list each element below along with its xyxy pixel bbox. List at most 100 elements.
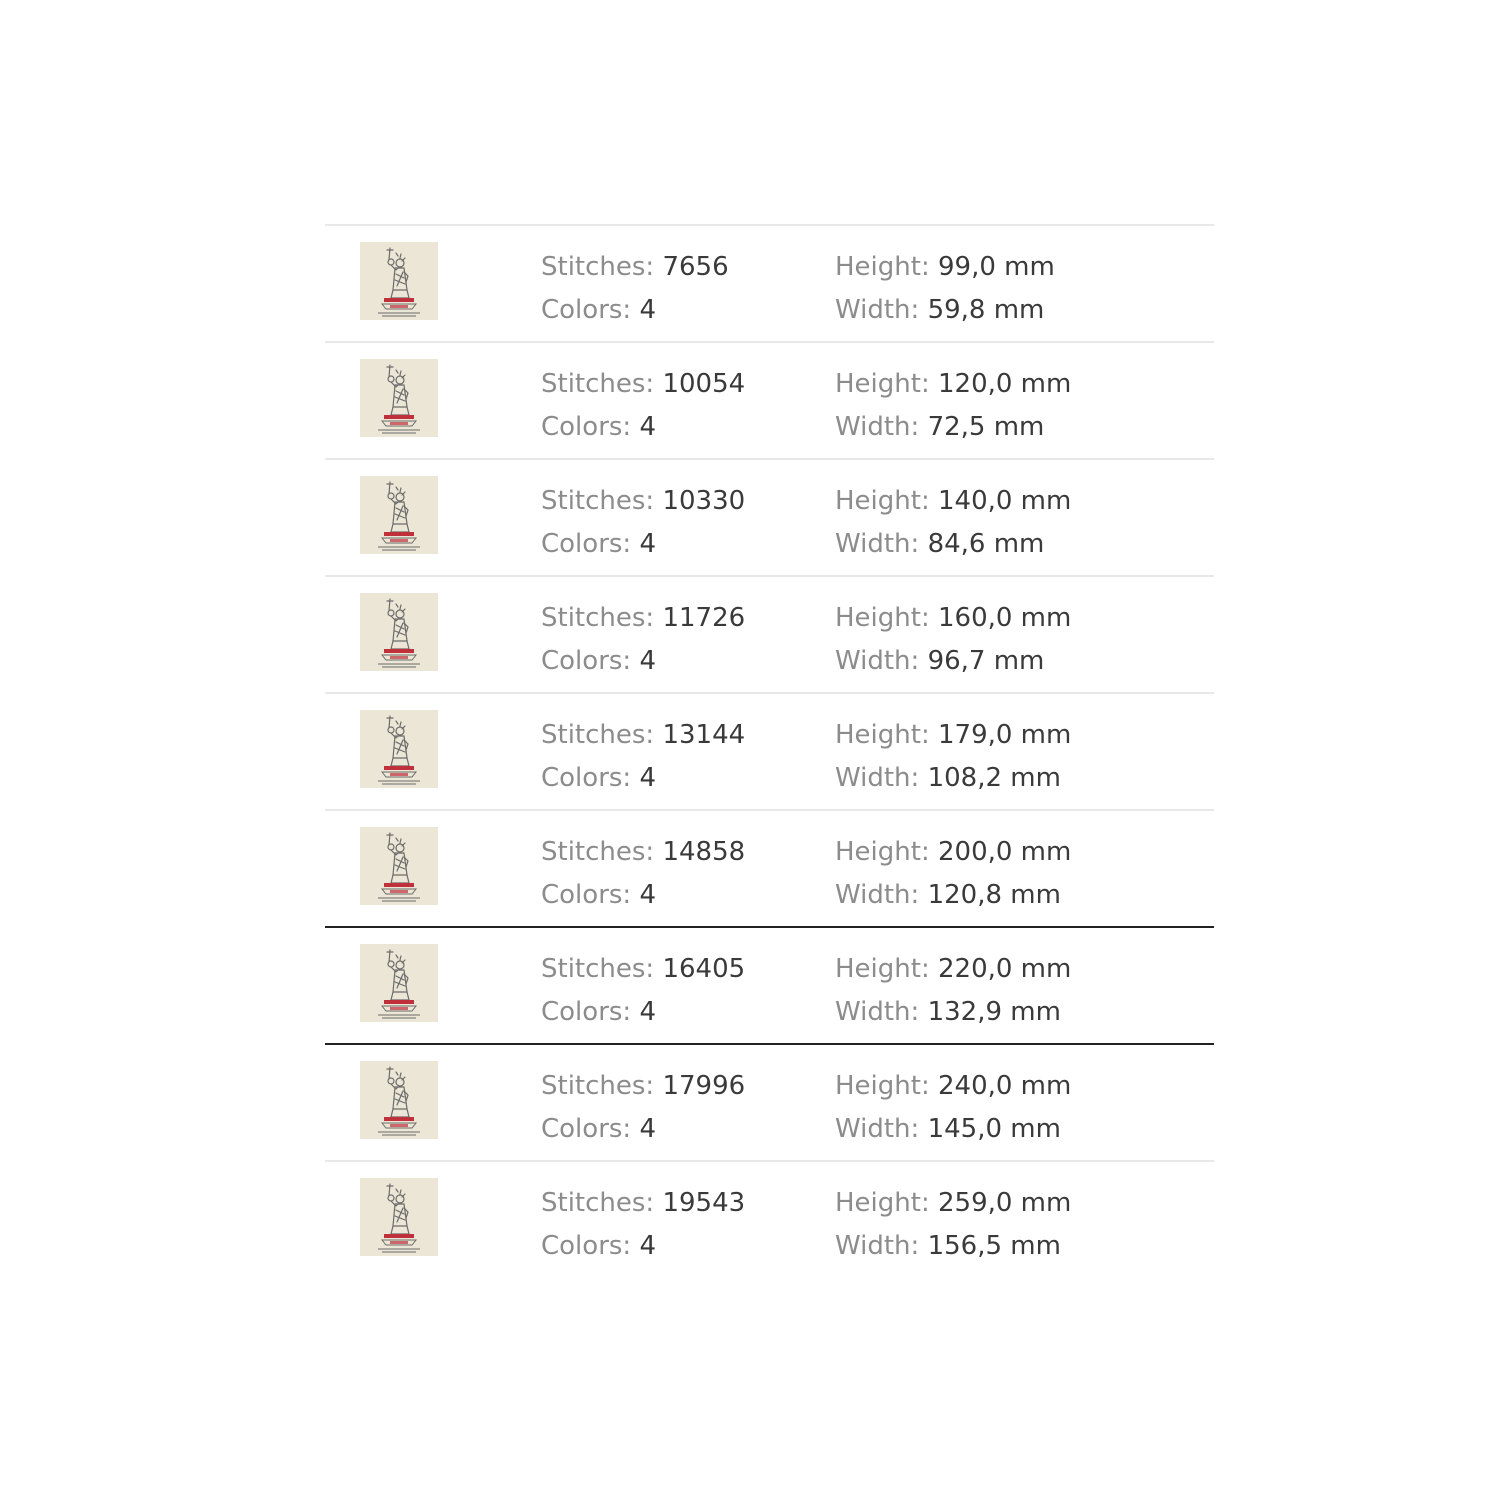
colors-value: 4 (639, 763, 656, 793)
size-row[interactable]: Stitches: 7656 Colors: 4 Height: 99,0 mm… (325, 224, 1214, 341)
stitches-value: 14858 (662, 837, 746, 867)
stitches-value: 13144 (662, 720, 746, 750)
colors-value: 4 (639, 880, 656, 910)
colors-label: Colors: (541, 997, 632, 1027)
width-label: Width: (835, 880, 920, 910)
height-label: Height: (835, 1071, 930, 1101)
colors-value: 4 (639, 295, 656, 325)
stitch-info: Stitches: 10054 Colors: 4 (541, 363, 745, 449)
width-label: Width: (835, 646, 920, 676)
size-row[interactable]: Stitches: 17996 Colors: 4 Height: 240,0 … (325, 1043, 1214, 1160)
width-value: 96,7 mm (927, 646, 1045, 676)
width-value: 156,5 mm (927, 1231, 1061, 1261)
dimension-info: Height: 140,0 mm Width: 84,6 mm (835, 480, 1071, 566)
width-label: Width: (835, 997, 920, 1027)
colors-label: Colors: (541, 1231, 632, 1261)
dimension-info: Height: 99,0 mm Width: 59,8 mm (835, 246, 1055, 332)
size-row[interactable]: Stitches: 11726 Colors: 4 Height: 160,0 … (325, 575, 1214, 692)
width-value: 132,9 mm (927, 997, 1061, 1027)
width-value: 145,0 mm (927, 1114, 1061, 1144)
statue-of-liberty-embroidery-icon[interactable] (360, 827, 438, 905)
stitch-info: Stitches: 11726 Colors: 4 (541, 597, 745, 683)
height-label: Height: (835, 603, 930, 633)
height-label: Height: (835, 486, 930, 516)
size-row-selected[interactable]: Stitches: 16405 Colors: 4 Height: 220,0 … (325, 926, 1214, 1043)
statue-of-liberty-embroidery-icon[interactable] (360, 944, 438, 1022)
colors-label: Colors: (541, 646, 632, 676)
stitches-label: Stitches: (541, 369, 655, 399)
stitches-value: 17996 (662, 1071, 746, 1101)
width-value: 59,8 mm (927, 295, 1045, 325)
height-label: Height: (835, 1188, 930, 1218)
colors-label: Colors: (541, 295, 632, 325)
colors-label: Colors: (541, 529, 632, 559)
colors-value: 4 (639, 529, 656, 559)
colors-label: Colors: (541, 880, 632, 910)
colors-value: 4 (639, 646, 656, 676)
stitches-value: 19543 (662, 1188, 746, 1218)
size-row[interactable]: Stitches: 19543 Colors: 4 Height: 259,0 … (325, 1160, 1214, 1277)
colors-value: 4 (639, 1114, 656, 1144)
size-row[interactable]: Stitches: 10330 Colors: 4 Height: 140,0 … (325, 458, 1214, 575)
stitches-label: Stitches: (541, 1071, 655, 1101)
statue-of-liberty-embroidery-icon[interactable] (360, 242, 438, 320)
design-size-table: Stitches: 7656 Colors: 4 Height: 99,0 mm… (325, 224, 1214, 1277)
dimension-info: Height: 259,0 mm Width: 156,5 mm (835, 1182, 1071, 1268)
stitches-value: 10054 (662, 369, 746, 399)
stitch-info: Stitches: 13144 Colors: 4 (541, 714, 745, 800)
size-row[interactable]: Stitches: 10054 Colors: 4 Height: 120,0 … (325, 341, 1214, 458)
width-label: Width: (835, 763, 920, 793)
height-label: Height: (835, 954, 930, 984)
stitch-info: Stitches: 14858 Colors: 4 (541, 831, 745, 917)
colors-label: Colors: (541, 763, 632, 793)
statue-of-liberty-embroidery-icon[interactable] (360, 359, 438, 437)
width-value: 120,8 mm (927, 880, 1061, 910)
stitches-label: Stitches: (541, 252, 655, 282)
stitches-label: Stitches: (541, 720, 655, 750)
stitches-value: 11726 (662, 603, 746, 633)
width-label: Width: (835, 529, 920, 559)
colors-value: 4 (639, 1231, 656, 1261)
stitch-info: Stitches: 19543 Colors: 4 (541, 1182, 745, 1268)
height-value: 200,0 mm (937, 837, 1072, 867)
height-value: 179,0 mm (937, 720, 1072, 750)
width-label: Width: (835, 412, 920, 442)
width-value: 84,6 mm (927, 529, 1045, 559)
stitches-label: Stitches: (541, 1188, 655, 1218)
stitch-info: Stitches: 7656 Colors: 4 (541, 246, 729, 332)
colors-value: 4 (639, 412, 656, 442)
height-value: 220,0 mm (937, 954, 1072, 984)
width-label: Width: (835, 1231, 920, 1261)
stitches-label: Stitches: (541, 837, 655, 867)
statue-of-liberty-embroidery-icon[interactable] (360, 476, 438, 554)
stitches-label: Stitches: (541, 486, 655, 516)
dimension-info: Height: 160,0 mm Width: 96,7 mm (835, 597, 1071, 683)
height-value: 259,0 mm (937, 1188, 1072, 1218)
height-label: Height: (835, 720, 930, 750)
stitch-info: Stitches: 17996 Colors: 4 (541, 1065, 745, 1151)
dimension-info: Height: 179,0 mm Width: 108,2 mm (835, 714, 1071, 800)
height-label: Height: (835, 837, 930, 867)
colors-label: Colors: (541, 412, 632, 442)
size-row[interactable]: Stitches: 14858 Colors: 4 Height: 200,0 … (325, 809, 1214, 926)
dimension-info: Height: 220,0 mm Width: 132,9 mm (835, 948, 1071, 1034)
dimension-info: Height: 200,0 mm Width: 120,8 mm (835, 831, 1071, 917)
height-label: Height: (835, 369, 930, 399)
dimension-info: Height: 120,0 mm Width: 72,5 mm (835, 363, 1071, 449)
stitches-label: Stitches: (541, 954, 655, 984)
dimension-info: Height: 240,0 mm Width: 145,0 mm (835, 1065, 1071, 1151)
height-value: 240,0 mm (937, 1071, 1072, 1101)
size-row[interactable]: Stitches: 13144 Colors: 4 Height: 179,0 … (325, 692, 1214, 809)
statue-of-liberty-embroidery-icon[interactable] (360, 593, 438, 671)
height-value: 160,0 mm (937, 603, 1072, 633)
stitches-value: 7656 (662, 252, 729, 282)
statue-of-liberty-embroidery-icon[interactable] (360, 710, 438, 788)
height-value: 99,0 mm (937, 252, 1055, 282)
statue-of-liberty-embroidery-icon[interactable] (360, 1061, 438, 1139)
stitches-label: Stitches: (541, 603, 655, 633)
height-value: 140,0 mm (937, 486, 1072, 516)
stitches-value: 10330 (662, 486, 746, 516)
colors-value: 4 (639, 997, 656, 1027)
width-value: 108,2 mm (927, 763, 1061, 793)
statue-of-liberty-embroidery-icon[interactable] (360, 1178, 438, 1256)
